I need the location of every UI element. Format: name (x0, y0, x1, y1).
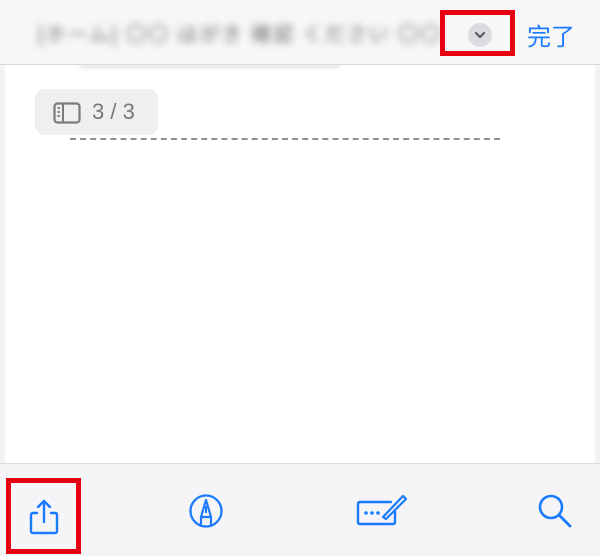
done-button[interactable]: 完了 (527, 17, 575, 52)
chevron-down-icon (474, 31, 486, 39)
signature-keyboard-icon[interactable] (355, 492, 409, 528)
page-indicator-text: 3 / 3 (92, 99, 135, 124)
blurred-text-line (80, 65, 340, 68)
sidebar-icon (53, 102, 81, 124)
bottom-toolbar (0, 463, 600, 556)
collapse-button-highlight[interactable] (440, 10, 515, 56)
share-icon[interactable] (26, 497, 62, 537)
top-navigation-bar: [ホーム] 〇〇 はがき 確認 ください 〇〇 完了 (0, 0, 600, 65)
page-indicator[interactable]: 3 / 3 (35, 89, 158, 135)
document-title: [ホーム] 〇〇 はがき 確認 ください 〇〇 (38, 24, 443, 46)
markup-pen-icon[interactable] (188, 493, 224, 529)
search-icon[interactable] (536, 492, 574, 530)
collapse-button[interactable] (468, 23, 492, 47)
share-button-highlight[interactable] (6, 478, 81, 554)
dashed-separator-line (70, 138, 500, 140)
pdf-viewer-screen: [ホーム] 〇〇 はがき 確認 ください 〇〇 完了 3 / 3 (0, 0, 600, 556)
document-page[interactable]: 3 / 3 (5, 65, 595, 463)
